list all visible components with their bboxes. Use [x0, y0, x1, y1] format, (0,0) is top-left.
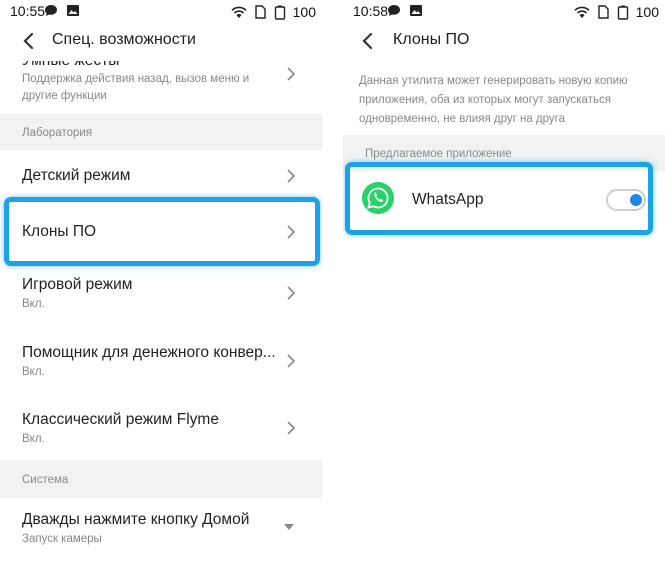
chat-notification-icon [45, 5, 57, 16]
chevron-right-icon [287, 67, 296, 81]
section-header-laboratory: Лаборатория [0, 114, 322, 150]
item-title: Помощник для денежного конвер... [22, 344, 276, 361]
highlight-frame [4, 197, 320, 266]
item-title: Классический режим Flyme [22, 411, 219, 428]
left-screen: 10:55 100 Спец. возможности Умные жесты … [0, 0, 322, 571]
status-bar: 10:55 100 [0, 0, 322, 22]
sim-card-icon [255, 5, 266, 19]
battery-level: 100 [292, 4, 316, 21]
right-screen: 10:58 100 Клоны ПО Данная утилита может … [343, 0, 665, 571]
status-time: 10:58 [353, 3, 389, 19]
chevron-right-icon [287, 286, 296, 300]
section-label: Предлагаемое приложение [365, 148, 512, 160]
item-title: Дважды нажмите кнопку Домой [22, 511, 250, 528]
back-arrow-icon[interactable] [357, 30, 379, 52]
item-subtitle: Вкл. [22, 433, 45, 445]
battery-icon [274, 5, 285, 20]
item-title: Игровой режим [22, 276, 133, 293]
section-label: Система [22, 474, 69, 486]
image-notification-icon [410, 5, 423, 16]
battery-level: 100 [635, 4, 659, 21]
title-bar: Клоны ПО [343, 22, 665, 60]
wifi-icon [231, 6, 247, 18]
item-subtitle: Вкл. [22, 298, 45, 310]
dropdown-triangle-icon [284, 524, 294, 530]
page-title: Спец. возможности [52, 31, 196, 48]
chevron-right-icon [287, 354, 296, 368]
divider [322, 0, 343, 571]
back-arrow-icon[interactable] [18, 30, 40, 52]
status-bar: 10:58 100 [343, 0, 665, 22]
sim-card-icon [598, 5, 609, 19]
image-notification-icon [67, 5, 80, 16]
title-bar: Спец. возможности [0, 22, 322, 60]
section-label: Лаборатория [22, 127, 93, 139]
item-subtitle: Вкл. [22, 366, 45, 378]
highlight-frame [345, 162, 653, 235]
item-subtitle: Поддержка действия назад, вызов меню и д… [22, 73, 250, 102]
description-text: Данная утилита может генерировать новую … [359, 75, 628, 125]
page-title: Клоны ПО [393, 31, 470, 48]
wifi-icon [574, 6, 590, 18]
chat-notification-icon [388, 5, 400, 16]
section-header-system: Система [0, 460, 322, 498]
item-title: Детский режим [22, 167, 131, 184]
chevron-right-icon [287, 169, 296, 183]
status-time: 10:55 [10, 3, 46, 19]
battery-icon [617, 5, 628, 20]
chevron-right-icon [287, 421, 296, 435]
item-subtitle: Запуск камеры [22, 533, 102, 545]
